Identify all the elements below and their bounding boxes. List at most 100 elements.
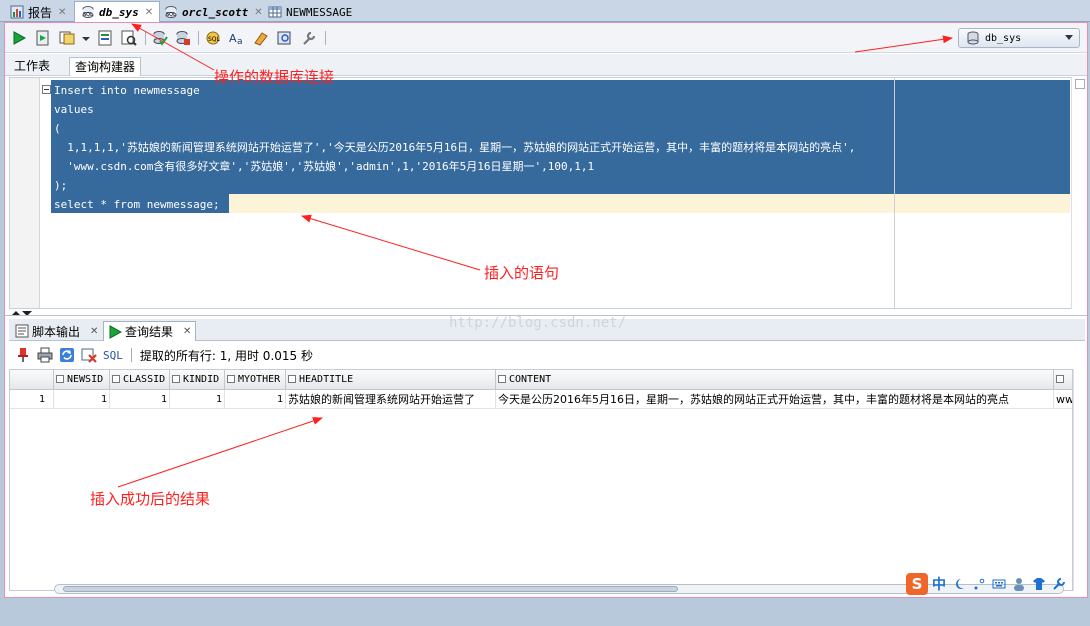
table-icon [268,5,282,19]
toolbar-separator [145,31,146,45]
worksheet-subtabs: 工作表 查询构建器 [5,54,1087,76]
svg-text:SQL: SQL [208,36,221,43]
code-line: Insert into newmessage [54,84,200,97]
editor-vertical-scrollbar[interactable] [1071,77,1085,309]
tab-script-output[interactable]: 脚本输出 ✕ [11,321,102,341]
clear-icon[interactable] [253,30,269,46]
close-icon[interactable]: ✕ [90,326,98,337]
code-line: values [54,103,94,116]
current-line-highlight [229,194,1070,213]
connection-name: db_sys [985,32,1022,44]
toolbar-separator [325,31,326,45]
tab-report[interactable]: 报告 ✕ [4,2,72,22]
column-type-icon [227,375,235,383]
row-number-header [10,370,54,390]
tab-label: NEWMESSAGE [286,5,353,19]
find-icon[interactable] [277,30,293,46]
close-icon[interactable]: ✕ [58,7,66,18]
wrench-icon[interactable] [1052,577,1066,591]
punctuation-icon[interactable] [972,577,986,591]
column-header[interactable] [1054,370,1072,390]
annotation-insert-result: 插入成功后的结果 [90,490,211,508]
svg-text:SQL: SQL [166,12,176,18]
keyboard-icon[interactable] [992,577,1006,591]
worksheet-toolbar: SQL Aa db_sys [5,23,1087,53]
tab-label: db_sys [99,5,139,19]
grid-vertical-scrollbar[interactable] [1073,369,1085,591]
sql-tuning-icon[interactable] [121,30,137,46]
tab-query-result[interactable]: 查询结果 ✕ [103,321,197,341]
watermark: http://blog.csdn.net/ [449,315,627,331]
table-cell[interactable]: 今天是公历2016年5月16日，星期一，苏姑娘的网站正式开始运营，其中，丰富的题… [496,390,1054,409]
tab-db-sys[interactable]: SQL db_sys ✕ [74,1,161,22]
table-cell[interactable]: ww [1054,390,1072,409]
skin-icon[interactable] [1032,577,1046,591]
worksheet-panel: SQL Aa db_sys 工作表 查询构建器 Insert into newm… [4,22,1088,598]
pin-icon[interactable] [15,347,31,363]
document-tab-bar: 报告 ✕ SQL db_sys ✕ SQL orcl_scott ✕ NEWME… [0,0,1090,22]
line-gutter [10,78,40,308]
column-header[interactable]: CONTENT [496,370,1054,390]
column-type-icon [288,375,296,383]
column-header[interactable]: NEWSID [54,370,110,390]
table-cell[interactable]: 1 [54,390,110,409]
tab-worksheet[interactable]: 工作表 [9,57,55,76]
column-header[interactable]: KINDID [170,370,225,390]
tab-newmessage[interactable]: NEWMESSAGE [262,2,358,22]
rollback-icon[interactable] [175,30,191,46]
sql-history-icon[interactable]: SQL [205,30,221,46]
chevron-down-icon [1065,35,1073,40]
row-number[interactable]: 1 [10,390,54,409]
commit-icon[interactable] [152,30,168,46]
tools-icon[interactable] [301,30,317,46]
column-type-icon [1056,375,1064,383]
svg-text:SQL: SQL [83,12,93,18]
close-icon[interactable]: ✕ [145,7,153,18]
fold-collapse-icon[interactable] [42,85,51,94]
fetch-status: 提取的所有行: 1, 用时 0.015 秒 [139,348,313,363]
split-pane-arrows[interactable] [11,311,41,317]
sogou-logo-icon[interactable]: S [906,573,928,595]
code-line: 1,1,1,1,'苏姑娘的新闻管理系统网站开始运营了','今天是公历2016年5… [54,141,856,154]
table-cell[interactable]: 苏姑娘的新闻管理系统网站开始运营了 [286,390,496,409]
sql-worksheet-icon: SQL [81,5,95,19]
autotrace-icon[interactable] [59,30,75,46]
script-output-icon [15,324,29,338]
column-header[interactable]: MYOTHER [225,370,286,390]
close-icon[interactable]: ✕ [183,326,191,337]
cancel-query-icon[interactable] [81,347,97,363]
result-toolbar: SQL 提取的所有行: 1, 用时 0.015 秒 [9,343,1085,367]
case-icon[interactable]: Aa [229,30,245,47]
table-cell[interactable]: 1 [170,390,225,409]
refresh-icon[interactable] [59,347,75,363]
column-header[interactable]: CLASSID [110,370,170,390]
tab-label: orcl_scott [182,5,249,19]
right-margin-line [894,78,895,308]
explain-plan-icon[interactable] [98,30,114,46]
print-icon[interactable] [37,347,53,363]
tab-orcl-scott[interactable]: SQL orcl_scott ✕ [158,2,269,22]
run-statement-icon[interactable] [11,30,27,46]
code-line: ); [54,179,68,192]
tab-label: 脚本输出 [32,324,81,339]
column-type-icon [172,375,180,383]
run-script-icon[interactable] [35,30,51,46]
moon-icon[interactable] [952,577,966,591]
annotation-insert-statement: 插入的语句 [484,264,560,282]
scrollbar-thumb[interactable] [63,586,678,592]
query-result-icon [108,324,123,339]
sql-link[interactable]: SQL [103,349,123,362]
column-type-icon [498,375,506,383]
dropdown-icon[interactable] [81,30,91,46]
table-cell[interactable]: 1 [110,390,170,409]
result-grid[interactable]: NEWSID CLASSID KINDID MYOTHER HEADTITLE … [9,369,1073,591]
input-mode-toggle[interactable]: 中 [932,574,946,594]
ime-toolbar: S 中 [906,573,1088,595]
table-cell[interactable]: 1 [225,390,286,409]
report-icon [10,5,24,19]
connection-selector[interactable]: db_sys [958,28,1080,48]
column-header[interactable]: HEADTITLE [286,370,496,390]
database-icon [967,31,979,45]
tab-query-builder[interactable]: 查询构建器 [69,57,142,76]
user-icon[interactable] [1012,577,1026,591]
